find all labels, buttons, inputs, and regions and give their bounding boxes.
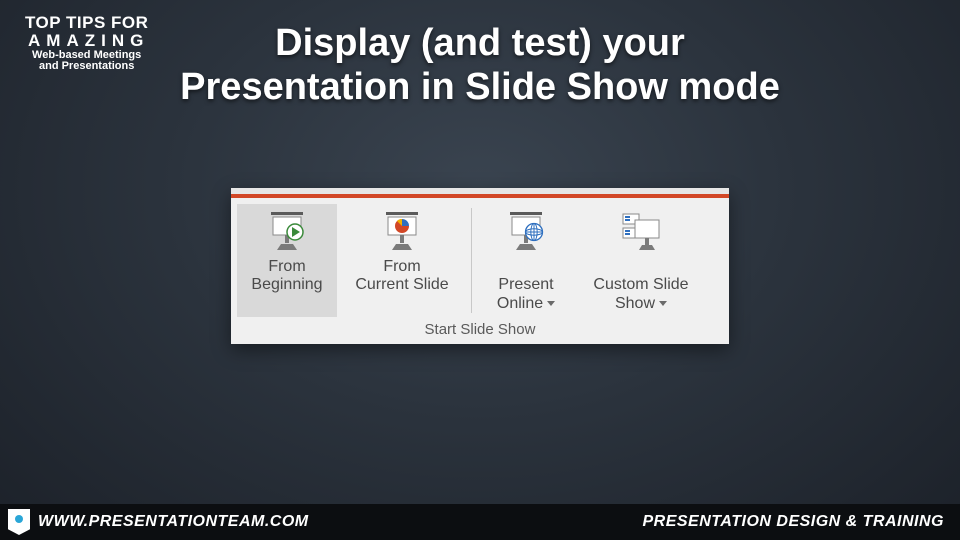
ribbon-panel: From Beginning	[231, 188, 729, 344]
custom-slide-show-text: Custom Slide Show	[593, 276, 688, 311]
custom-slide-show-button[interactable]: Custom Slide Show	[576, 204, 706, 317]
ribbon-group-start-slide-show: From Beginning	[237, 204, 723, 317]
footer-tagline: PRESENTATION DESIGN & TRAINING	[642, 513, 944, 531]
ribbon-separator	[471, 208, 472, 313]
from-current-slide-label: From Current Slide	[355, 258, 448, 295]
slide: TOP TIPS FOR AMAZING Web-based Meetings …	[0, 0, 960, 540]
slide-title: Display (and test) your Presentation in …	[0, 22, 960, 109]
chevron-down-icon	[659, 301, 667, 306]
chevron-down-icon	[547, 301, 555, 306]
present-online-button[interactable]: Present Online	[476, 204, 576, 317]
from-current-slide-button[interactable]: From Current Slide	[337, 204, 467, 317]
present-online-label: Present Online	[497, 258, 555, 313]
ribbon-body: From Beginning	[231, 198, 729, 344]
custom-slides-icon	[617, 210, 665, 254]
projector-chart-icon	[378, 210, 426, 254]
ribbon-group-label: Start Slide Show	[237, 317, 723, 340]
footer-url: WWW.PRESENTATIONTEAM.COM	[38, 513, 309, 531]
present-online-text: Present Online	[497, 276, 554, 311]
from-beginning-label: From Beginning	[251, 258, 322, 295]
from-beginning-button[interactable]: From Beginning	[237, 204, 337, 317]
footer-left: WWW.PRESENTATIONTEAM.COM	[8, 509, 309, 535]
footer-logo-icon	[8, 509, 30, 535]
projector-play-icon	[263, 210, 311, 254]
footer-bar: WWW.PRESENTATIONTEAM.COM PRESENTATION DE…	[0, 504, 960, 540]
projector-globe-icon	[502, 210, 550, 254]
custom-slide-show-label: Custom Slide Show	[593, 258, 688, 313]
